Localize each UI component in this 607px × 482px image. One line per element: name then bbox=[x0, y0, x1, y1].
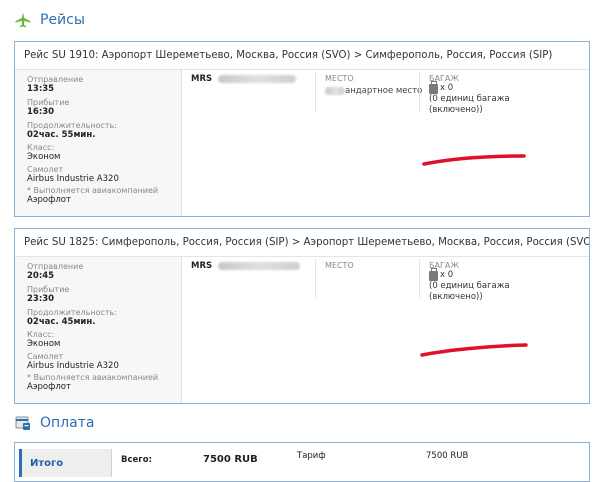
class-value: Эконом bbox=[27, 339, 61, 349]
duration-value: 02час. 55мин. bbox=[27, 130, 96, 140]
arrival-label: Прибытие bbox=[27, 285, 70, 294]
baggage-included: (включено)) bbox=[429, 105, 483, 115]
baggage-count-row: х 0 bbox=[429, 81, 510, 94]
arrival-time: 23:30 bbox=[27, 294, 55, 304]
aircraft-label: Самолет bbox=[27, 352, 64, 361]
tariff-label: Тариф bbox=[297, 451, 326, 461]
seat-value: андартное место bbox=[345, 86, 423, 96]
total-tab[interactable]: Итого bbox=[19, 449, 112, 477]
duration-label: Продолжительность: bbox=[27, 121, 117, 130]
flight-title: Рейс SU 1910: Аэропорт Шереметьево, Моск… bbox=[15, 42, 589, 70]
seat-field: МЕСТО андартное место bbox=[325, 74, 422, 96]
payment-summary: Итого Всего: 7500 RUB Тариф 7500 RUB bbox=[14, 442, 590, 482]
departure-field: Отправление 20:45 bbox=[27, 262, 83, 281]
flights-section-title: Рейсы bbox=[40, 12, 85, 28]
payment-icon bbox=[15, 416, 30, 430]
redacted-name bbox=[218, 74, 297, 83]
operated-label: * Выполняется авиакомпанией bbox=[27, 373, 159, 382]
arrival-label: Прибытие bbox=[27, 98, 70, 107]
column-divider bbox=[419, 72, 420, 112]
baggage-label: БАГАЖ bbox=[429, 261, 459, 270]
flight-details: Отправление 13:35 Прибытие 16:30 Продолж… bbox=[15, 70, 589, 216]
flight-card-2: Рейс SU 1825: Симферополь, Россия, Росси… bbox=[14, 228, 590, 404]
annotation-underline bbox=[422, 154, 526, 166]
departure-time: 13:35 bbox=[27, 84, 55, 94]
operated-label: * Выполняется авиакомпанией bbox=[27, 186, 159, 195]
class-field: Класс: Эконом bbox=[27, 330, 60, 349]
departure-field: Отправление 13:35 bbox=[27, 75, 83, 94]
baggage-count-row: х 0 bbox=[429, 268, 510, 281]
baggage-count: х 0 bbox=[440, 83, 454, 93]
arrival-time: 16:30 bbox=[27, 107, 55, 117]
duration-value: 02час. 45мин. bbox=[27, 317, 96, 327]
arrival-field: Прибытие 23:30 bbox=[27, 285, 69, 304]
duration-label: Продолжительность: bbox=[27, 308, 117, 317]
column-divider bbox=[315, 72, 316, 112]
baggage-field: БАГАЖ х 0 (0 единиц багажа (включено)) bbox=[429, 74, 510, 116]
column-divider bbox=[419, 259, 420, 299]
class-field: Класс: Эконом bbox=[27, 143, 60, 162]
passenger-name: MRS bbox=[191, 261, 301, 271]
baggage-count: х 0 bbox=[440, 270, 454, 280]
baggage-icon bbox=[429, 81, 438, 94]
seat-field: МЕСТО bbox=[325, 261, 354, 273]
departure-time: 20:45 bbox=[27, 271, 55, 281]
total-tab-label: Итого bbox=[30, 457, 64, 469]
passenger-prefix: MRS bbox=[191, 74, 213, 84]
operated-value: Аэрофлот bbox=[27, 195, 71, 205]
flight-info-column: Отправление 13:35 Прибытие 16:30 Продолж… bbox=[15, 70, 182, 216]
flight-info-column: Отправление 20:45 Прибытие 23:30 Продолж… bbox=[15, 257, 182, 403]
redacted-seat bbox=[325, 86, 345, 95]
aircraft-value: Airbus Industrie A320 bbox=[27, 174, 119, 184]
total-value: 7500 RUB bbox=[203, 454, 258, 465]
annotation-underline bbox=[420, 343, 528, 357]
baggage-field: БАГАЖ х 0 (0 единиц багажа (включено)) bbox=[429, 261, 510, 303]
class-value: Эконом bbox=[27, 152, 61, 162]
seat-label: МЕСТО bbox=[325, 261, 354, 270]
duration-field: Продолжительность: 02час. 55мин. bbox=[27, 121, 117, 140]
payment-section-title: Оплата bbox=[40, 415, 95, 431]
aircraft-field: Самолет Airbus Industrie A320 bbox=[27, 165, 119, 184]
baggage-icon bbox=[429, 268, 438, 281]
flight-details: Отправление 20:45 Прибытие 23:30 Продолж… bbox=[15, 257, 589, 403]
payment-section-header: Оплата bbox=[14, 412, 94, 434]
passenger-name: MRS bbox=[191, 74, 297, 84]
departure-label: Отправление bbox=[27, 262, 84, 271]
class-label: Класс: bbox=[27, 143, 55, 152]
duration-field: Продолжительность: 02час. 45мин. bbox=[27, 308, 117, 327]
seat-label: МЕСТО bbox=[325, 74, 354, 83]
operated-value: Аэрофлот bbox=[27, 382, 71, 392]
seat-value-row: андартное место bbox=[325, 86, 422, 96]
aircraft-field: Самолет Airbus Industrie A320 bbox=[27, 352, 119, 371]
airplane-icon bbox=[15, 12, 31, 28]
arrival-field: Прибытие 16:30 bbox=[27, 98, 69, 117]
operated-field: * Выполняется авиакомпанией Аэрофлот bbox=[27, 373, 158, 392]
flights-section-header: Рейсы bbox=[14, 9, 85, 31]
baggage-units: (0 единиц багажа bbox=[429, 94, 510, 104]
tariff-value: 7500 RUB bbox=[426, 451, 469, 461]
total-label: Всего: bbox=[121, 455, 152, 465]
departure-label: Отправление bbox=[27, 75, 84, 84]
aircraft-value: Airbus Industrie A320 bbox=[27, 361, 119, 371]
flight-title: Рейс SU 1825: Симферополь, Россия, Росси… bbox=[15, 229, 589, 257]
baggage-label: БАГАЖ bbox=[429, 74, 459, 83]
baggage-included: (включено)) bbox=[429, 292, 483, 302]
class-label: Класс: bbox=[27, 330, 55, 339]
baggage-units: (0 единиц багажа bbox=[429, 281, 510, 291]
aircraft-label: Самолет bbox=[27, 165, 64, 174]
column-divider bbox=[315, 259, 316, 299]
redacted-name bbox=[218, 261, 301, 270]
operated-field: * Выполняется авиакомпанией Аэрофлот bbox=[27, 186, 158, 205]
flight-card-1: Рейс SU 1910: Аэропорт Шереметьево, Моск… bbox=[14, 41, 590, 217]
passenger-prefix: MRS bbox=[191, 261, 213, 271]
